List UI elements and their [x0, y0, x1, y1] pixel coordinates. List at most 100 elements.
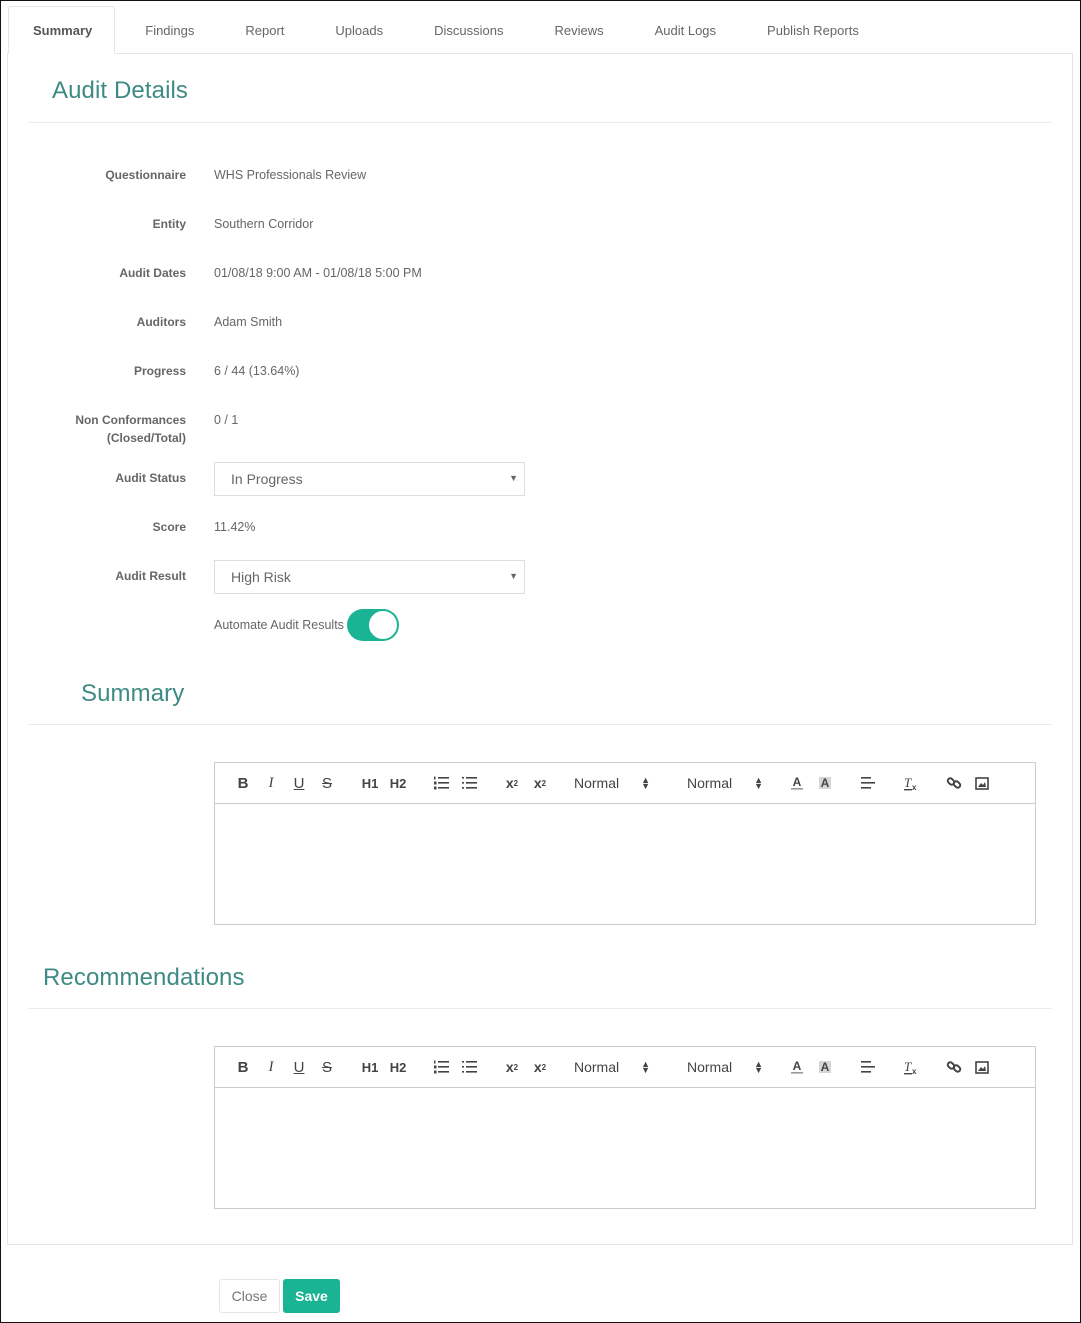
entity-value: Southern Corridor	[214, 217, 314, 231]
questionnaire-label: Questionnaire	[105, 168, 186, 182]
audit-status-select[interactable]: In Progress ▼	[214, 462, 525, 496]
h1-button[interactable]: H1	[356, 1055, 384, 1079]
toggle-knob	[367, 610, 398, 640]
background-color-icon: A	[819, 776, 831, 790]
ordered-list-icon	[434, 776, 449, 790]
tab-report[interactable]: Report	[220, 6, 309, 54]
svg-text:A: A	[793, 775, 802, 789]
tab-summary[interactable]: Summary	[8, 6, 116, 54]
svg-text:T: T	[904, 1059, 912, 1074]
h2-button[interactable]: H2	[384, 1055, 412, 1079]
entity-label: Entity	[152, 217, 186, 231]
divider	[28, 122, 1052, 123]
align-left-icon	[861, 1061, 875, 1073]
tab-uploads[interactable]: Uploads	[310, 6, 408, 54]
link-button[interactable]	[940, 771, 968, 795]
h1-button[interactable]: H1	[356, 771, 384, 795]
clear-format-button[interactable]: Tx	[897, 771, 925, 795]
image-button[interactable]	[968, 1055, 996, 1079]
summary-editor-body[interactable]	[215, 804, 1035, 924]
recommendations-editor: B I U S H1 H2 x2 x2 Normal ▲ ▼ Normal ▲ ▼ A …	[214, 1046, 1036, 1209]
score-label: Score	[152, 520, 186, 534]
divider	[28, 1008, 1052, 1009]
superscript-button[interactable]: x2	[526, 1055, 554, 1079]
superscript-button[interactable]: x2	[526, 771, 554, 795]
background-color-button[interactable]: A	[811, 1055, 839, 1079]
link-icon	[946, 1061, 962, 1073]
ordered-list-button[interactable]	[427, 1055, 455, 1079]
tab-discussions[interactable]: Discussions	[409, 6, 528, 54]
score-value: 11.42%	[214, 520, 256, 534]
save-button[interactable]: Save	[283, 1279, 340, 1313]
svg-text:A: A	[821, 1060, 830, 1074]
progress-label: Progress	[133, 364, 186, 378]
ordered-list-icon	[434, 1060, 449, 1074]
align-button[interactable]	[854, 771, 882, 795]
non-conformances-label-line2: (Closed/Total)	[106, 431, 186, 445]
summary-title: Summary	[81, 680, 185, 707]
h2-button[interactable]: H2	[384, 771, 412, 795]
audit-result-select[interactable]: High Risk ▼	[214, 560, 525, 594]
underline-button[interactable]: U	[285, 771, 313, 795]
tab-audit-logs[interactable]: Audit Logs	[630, 6, 741, 54]
image-button[interactable]	[968, 771, 996, 795]
align-button[interactable]	[854, 1055, 882, 1079]
bullet-list-icon	[462, 1061, 477, 1073]
bullet-list-icon	[462, 777, 477, 789]
audit-result-label: Audit Result	[115, 569, 186, 583]
text-color-icon: A	[791, 775, 803, 790]
tab-reviews[interactable]: Reviews	[529, 6, 628, 54]
summary-panel: Audit Details Questionnaire WHS Professi…	[7, 53, 1073, 1245]
subscript-button[interactable]: x2	[498, 1055, 526, 1079]
header-picker[interactable]: Normal ▲ ▼	[560, 771, 660, 795]
subscript-button[interactable]: x2	[498, 771, 526, 795]
tab-bar: Summary Findings Report Uploads Discussi…	[8, 6, 1075, 54]
tab-findings[interactable]: Findings	[116, 6, 219, 54]
updown-icon: ▲ ▼	[641, 775, 650, 791]
summary-editor: B I U S H1 H2 x2 x2 Normal ▲ ▼ Normal ▲ ▼ A …	[214, 762, 1036, 925]
tab-publish-reports[interactable]: Publish Reports	[742, 6, 884, 54]
italic-button[interactable]: I	[257, 771, 285, 795]
bullet-list-button[interactable]	[455, 771, 483, 795]
link-button[interactable]	[940, 1055, 968, 1079]
clear-format-icon: Tx	[904, 1059, 917, 1075]
bold-button[interactable]: B	[229, 771, 257, 795]
image-icon	[975, 776, 989, 790]
auditors-label: Auditors	[136, 315, 186, 329]
background-color-button[interactable]: A	[811, 771, 839, 795]
updown-icon: ▲ ▼	[754, 775, 763, 791]
text-color-button[interactable]: A	[783, 771, 811, 795]
underline-button[interactable]: U	[285, 1055, 313, 1079]
recommendations-title: Recommendations	[43, 964, 245, 991]
audit-status-selected: In Progress	[231, 471, 303, 487]
svg-text:A: A	[793, 1059, 802, 1073]
recommendations-editor-body[interactable]	[215, 1088, 1035, 1208]
text-color-button[interactable]: A	[783, 1055, 811, 1079]
updown-icon: ▲ ▼	[754, 1059, 763, 1075]
strike-button[interactable]: S	[313, 771, 341, 795]
questionnaire-value: WHS Professionals Review	[214, 168, 367, 182]
audit-result-selected: High Risk	[231, 569, 291, 585]
text-color-icon: A	[791, 1059, 803, 1074]
ordered-list-button[interactable]	[427, 771, 455, 795]
non-conformances-value: 0 / 1	[214, 413, 239, 427]
header-picker[interactable]: Normal ▲ ▼	[560, 1055, 660, 1079]
align-left-icon	[861, 777, 875, 789]
svg-text:x: x	[912, 783, 917, 791]
automate-audit-results: Automate Audit Results	[214, 609, 399, 641]
caret-down-icon: ▼	[509, 571, 518, 581]
audit-status-label: Audit Status	[115, 471, 186, 485]
svg-text:A: A	[821, 776, 830, 790]
size-picker[interactable]: Normal ▲ ▼	[673, 771, 773, 795]
clear-format-button[interactable]: Tx	[897, 1055, 925, 1079]
bullet-list-button[interactable]	[455, 1055, 483, 1079]
strike-button[interactable]: S	[313, 1055, 341, 1079]
non-conformances-label-line1: Non Conformances	[75, 413, 186, 427]
non-conformances-label: Non Conformances (Closed/Total)	[16, 411, 186, 447]
italic-button[interactable]: I	[257, 1055, 285, 1079]
bold-button[interactable]: B	[229, 1055, 257, 1079]
size-picker[interactable]: Normal ▲ ▼	[673, 1055, 773, 1079]
clear-format-icon: Tx	[904, 775, 917, 791]
close-button[interactable]: Close	[219, 1279, 280, 1313]
automate-audit-results-toggle[interactable]	[346, 609, 399, 641]
